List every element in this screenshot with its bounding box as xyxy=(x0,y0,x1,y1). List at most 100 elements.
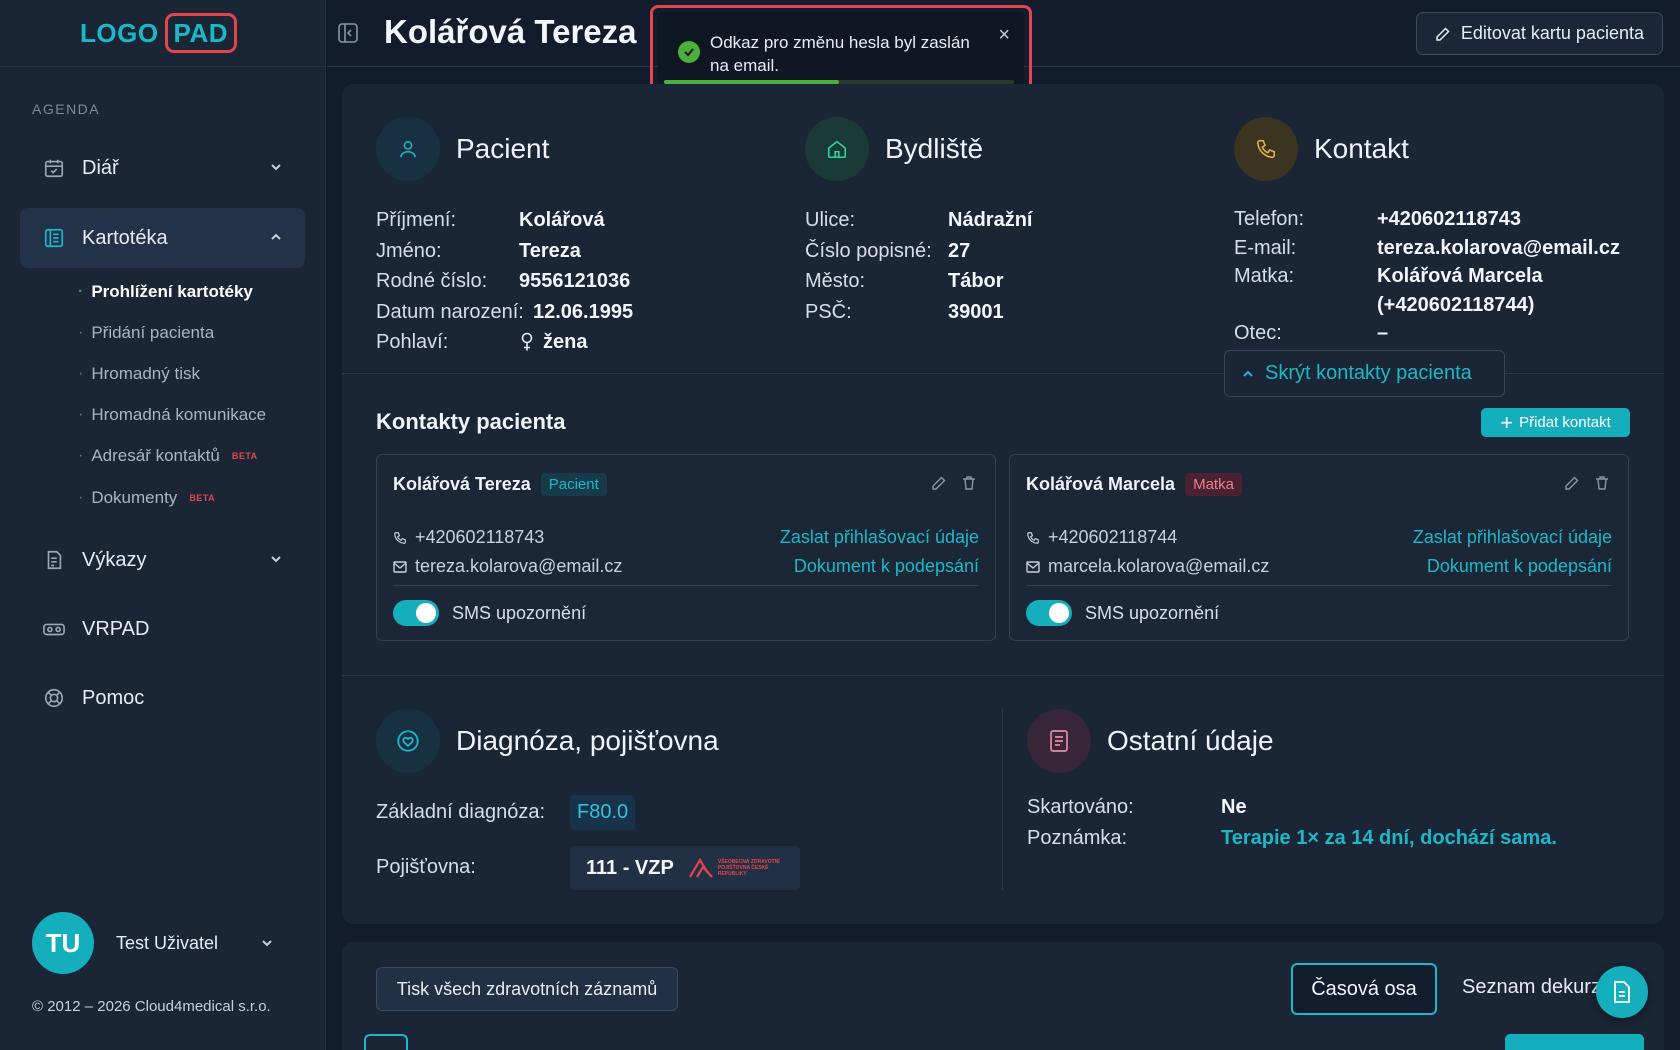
close-icon[interactable]: × xyxy=(998,24,1010,47)
phone-icon xyxy=(1027,531,1039,544)
field-label xyxy=(1234,291,1377,320)
section-diagnosis-title: Diagnóza, pojišťovna xyxy=(376,709,719,773)
sidebar-item-label: Výkazy xyxy=(82,548,147,571)
field-value: 39001 xyxy=(948,300,1004,323)
insurance-row: Pojišťovna: xyxy=(376,852,476,883)
phone-icon xyxy=(1234,117,1298,181)
contact-actions xyxy=(1564,475,1610,491)
section-title: Diagnóza, pojišťovna xyxy=(456,725,719,756)
edit-patient-card-button[interactable]: Editovat kartu pacienta xyxy=(1415,12,1663,55)
trash-icon[interactable] xyxy=(1594,475,1610,491)
sms-toggle[interactable] xyxy=(1026,600,1072,626)
hide-contacts-button[interactable]: Skrýt kontakty pacienta xyxy=(1224,350,1505,397)
contact-email: tereza.kolarova@email.cz xyxy=(393,556,622,577)
success-check-icon xyxy=(678,41,700,63)
sidebar-collapse-icon[interactable] xyxy=(337,22,359,44)
vzp-logo-text: VŠEOBECNÁ ZDRAVOTNÍ POJIŠŤOVNA ČESKÉ REP… xyxy=(717,859,780,877)
toast-message: Odkaz pro změnu hesla byl zaslán na emai… xyxy=(710,33,970,75)
sidebar-item-label: Pomoc xyxy=(82,686,145,709)
sidebar-item-diar[interactable]: Diář xyxy=(20,138,305,198)
send-login-link[interactable]: Zaslat přihlašovací údaje xyxy=(780,527,979,548)
section-residence-title: Bydliště xyxy=(805,117,983,181)
logo-part-1: LOGO xyxy=(79,17,159,48)
sidebar-item-vrpad[interactable]: VRPAD xyxy=(20,599,305,659)
toast-notification: Odkaz pro změnu hesla byl zaslán na emai… xyxy=(658,12,1024,92)
add-contact-label: Přidat kontakt xyxy=(1519,414,1611,431)
subitem-label: Adresář kontaktů xyxy=(91,446,220,465)
chevron-down-icon xyxy=(271,556,281,563)
record-filter-tab[interactable] xyxy=(364,1034,408,1050)
send-login-link[interactable]: Zaslat přihlašovací údaje xyxy=(1413,527,1612,548)
field-label: Město: xyxy=(805,270,866,292)
page-title: Kolářová Tereza xyxy=(384,13,637,50)
field-value: Tábor xyxy=(948,270,1004,292)
contact-actions xyxy=(931,475,977,491)
diagnosis-row: Základní diagnóza: F80.0 xyxy=(376,795,636,830)
hide-contacts-label: Skrýt kontakty pacienta xyxy=(1265,362,1472,384)
heart-shield-icon xyxy=(376,709,440,773)
sidebar-item-vykazy[interactable]: Výkazy xyxy=(20,530,305,590)
contact-email: marcela.kolarova@email.cz xyxy=(1026,556,1269,577)
add-contact-button[interactable]: + Přidat kontakt xyxy=(1481,408,1630,437)
chevron-down-icon xyxy=(262,940,272,947)
chevron-up-icon xyxy=(1243,370,1253,377)
diagnosis-code[interactable]: F80.0 xyxy=(570,795,636,830)
add-record-button[interactable] xyxy=(1505,1034,1644,1050)
contact-card: Kolářová Marcela Matka +420602118744 marc… xyxy=(1009,454,1629,641)
beta-badge: BETA xyxy=(189,493,216,503)
subitem-pridani-pacienta[interactable]: Přidání pacienta xyxy=(78,323,214,343)
logo[interactable]: LOGO PAD xyxy=(79,13,238,53)
document-icon xyxy=(1614,981,1630,1003)
sidebar-item-kartoteka[interactable]: Kartotéka xyxy=(20,208,305,268)
field-label: E-mail: xyxy=(1234,236,1297,259)
report-icon xyxy=(42,548,66,572)
contacts-title: Kontakty pacienta xyxy=(376,409,566,434)
logo-part-2: PAD xyxy=(164,13,238,53)
trash-icon[interactable] xyxy=(961,475,977,491)
contact-card: Kolářová Tereza Pacient +420602118743 ter… xyxy=(376,454,996,641)
home-icon xyxy=(805,117,869,181)
tab-decursus-list[interactable]: Seznam dekurzů xyxy=(1462,976,1612,999)
subitem-dokumenty[interactable]: Dokumenty BETA xyxy=(78,488,215,508)
insurance-value: 111 - VZP xyxy=(586,856,674,879)
note-value: Terapie 1× za 14 dní, dochází sama. xyxy=(1221,826,1557,849)
phone-value: +420602118744 xyxy=(1048,527,1178,547)
pencil-icon[interactable] xyxy=(931,475,947,491)
field-value: Tereza xyxy=(519,239,581,262)
insurance-badge: 111 - VZP VŠEOBECNÁ ZDRAVOTNÍ POJIŠŤOVNA… xyxy=(570,846,800,890)
contact-name-row: Kolářová Marcela Matka xyxy=(1026,473,1242,496)
notes-fab-button[interactable] xyxy=(1596,966,1648,1018)
divider xyxy=(1026,585,1612,586)
tab-timeline[interactable]: Časová osa xyxy=(1291,963,1437,1015)
field-label: Pohlaví: xyxy=(376,331,449,353)
subitem-adresar-kontaktu[interactable]: Adresář kontaktů BETA xyxy=(78,446,258,466)
copyright: © 2012 – 2026 Cloud4medical s.r.o. xyxy=(32,998,271,1015)
field-label: Ulice: xyxy=(805,209,856,231)
role-badge: Matka xyxy=(1185,473,1242,496)
subitem-hromadny-tisk[interactable]: Hromadný tisk xyxy=(78,364,200,384)
document-to-sign-link[interactable]: Dokument k podepsání xyxy=(1427,556,1612,577)
pencil-icon[interactable] xyxy=(1564,475,1580,491)
sidebar-item-label: VRPAD xyxy=(82,617,150,640)
print-all-records-button[interactable]: Tisk všech zdravotních záznamů xyxy=(376,967,678,1011)
sidebar-item-pomoc[interactable]: Pomoc xyxy=(20,668,305,728)
subitem-hromadna-komunikace[interactable]: Hromadná komunikace xyxy=(78,405,266,425)
subitem-label: Hromadná komunikace xyxy=(91,405,267,424)
role-badge: Pacient xyxy=(540,473,607,496)
sms-toggle[interactable] xyxy=(393,600,439,626)
section-contact-title: Kontakt xyxy=(1234,117,1409,181)
field-value: 9556121036 xyxy=(519,270,631,292)
email-value: marcela.kolarova@email.cz xyxy=(1048,556,1270,576)
phone-value: +420602118743 xyxy=(415,527,545,547)
subitem-label: Prohlížení kartotéky xyxy=(91,282,253,301)
user-menu[interactable]: TU Test Uživatel xyxy=(32,912,272,974)
card-index-icon xyxy=(42,226,66,250)
field-label: Telefon: xyxy=(1234,208,1305,230)
subitem-prohlizeni-kartoteky[interactable]: Prohlížení kartotéky xyxy=(78,282,253,302)
document-to-sign-link[interactable]: Dokument k podepsání xyxy=(794,556,979,577)
plus-icon: + xyxy=(1500,409,1514,435)
contact-details: Telefon: +420602118743 E-mail: tereza.kola… xyxy=(1234,205,1620,348)
field-label: Otec: xyxy=(1234,322,1282,344)
female-icon xyxy=(521,332,533,351)
field-label: Příjmení: xyxy=(376,209,457,231)
